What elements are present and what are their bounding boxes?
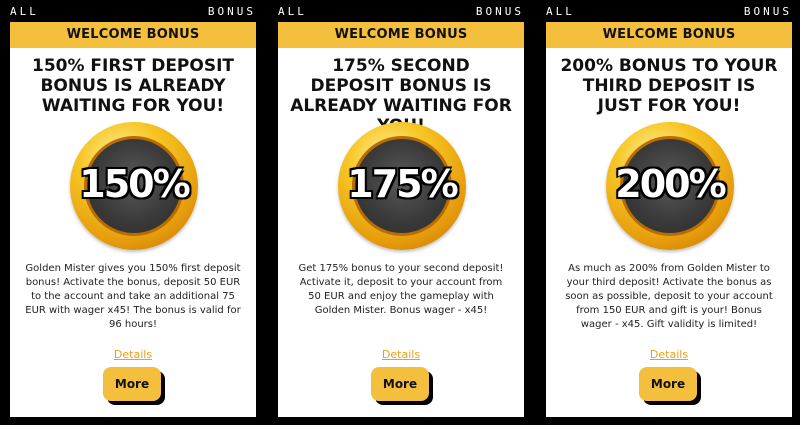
column-header: ALL BONUS <box>278 5 524 19</box>
coin-percent-label: 200% <box>615 162 726 206</box>
coin-percent-label: 150% <box>79 162 190 206</box>
bonus-column-2: ALL BONUS WELCOME BONUS 175% SECOND DEPO… <box>278 0 524 425</box>
column-header: ALL BONUS <box>546 5 792 19</box>
gold-coin-icon: 175% <box>338 122 466 250</box>
column-header: ALL BONUS <box>10 5 256 19</box>
more-button[interactable]: More <box>639 367 697 401</box>
bonus-description: Get 175% bonus to your second deposit! A… <box>298 263 504 316</box>
bonus-description: Golden Mister gives you 150% first depos… <box>25 263 241 330</box>
header-all-label[interactable]: ALL <box>546 5 575 18</box>
bonus-card: WELCOME BONUS 150% FIRST DEPOSIT BONUS I… <box>10 22 256 417</box>
header-all-label[interactable]: ALL <box>278 5 307 18</box>
bonus-card: WELCOME BONUS 175% SECOND DEPOSIT BONUS … <box>278 22 524 417</box>
coin-graphic: 175% <box>278 122 524 262</box>
coin-percent-label: 175% <box>347 162 458 206</box>
coin-graphic: 150% <box>10 122 256 262</box>
details-link[interactable]: Details <box>546 348 792 361</box>
details-link[interactable]: Details <box>10 348 256 361</box>
bonus-column-3: ALL BONUS WELCOME BONUS 200% BONUS TO YO… <box>546 0 792 425</box>
bonus-description: As much as 200% from Golden Mister to yo… <box>565 263 773 330</box>
bonus-column-1: ALL BONUS WELCOME BONUS 150% FIRST DEPOS… <box>10 0 256 425</box>
details-link[interactable]: Details <box>278 348 524 361</box>
gold-coin-icon: 200% <box>606 122 734 250</box>
gold-coin-icon: 150% <box>70 122 198 250</box>
more-button[interactable]: More <box>371 367 429 401</box>
welcome-bonus-banner: WELCOME BONUS <box>546 22 792 48</box>
bonus-title: 150% FIRST DEPOSIT BONUS IS ALREADY WAIT… <box>31 56 235 116</box>
header-bonus-label[interactable]: BONUS <box>744 5 792 18</box>
header-bonus-label[interactable]: BONUS <box>476 5 524 18</box>
bonus-title: 175% SECOND DEPOSIT BONUS IS ALREADY WAI… <box>290 56 512 136</box>
welcome-bonus-banner: WELCOME BONUS <box>10 22 256 48</box>
header-bonus-label[interactable]: BONUS <box>208 5 256 18</box>
welcome-bonus-banner: WELCOME BONUS <box>278 22 524 48</box>
bonus-card: WELCOME BONUS 200% BONUS TO YOUR THIRD D… <box>546 22 792 417</box>
coin-graphic: 200% <box>546 122 792 262</box>
header-all-label[interactable]: ALL <box>10 5 39 18</box>
bonus-title: 200% BONUS TO YOUR THIRD DEPOSIT IS JUST… <box>560 56 778 116</box>
more-button[interactable]: More <box>103 367 161 401</box>
